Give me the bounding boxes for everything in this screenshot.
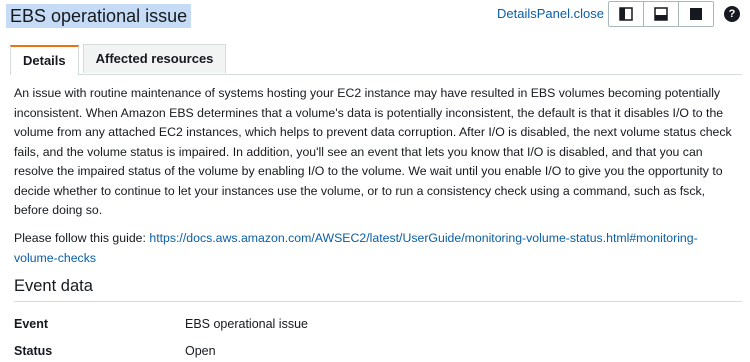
event-data-heading: Event data bbox=[14, 277, 93, 295]
tab-bar: Details Affected resources bbox=[10, 44, 742, 75]
close-panel-link[interactable]: DetailsPanel.close bbox=[497, 6, 604, 22]
section-divider bbox=[14, 301, 742, 302]
layout-full-button[interactable] bbox=[679, 2, 713, 26]
guide-prefix: Please follow this guide: bbox=[14, 231, 150, 245]
layout-side-icon bbox=[619, 7, 633, 21]
layout-toggle-group bbox=[608, 1, 714, 27]
status-value: Open bbox=[185, 344, 216, 358]
guide-paragraph: Please follow this guide: https://docs.a… bbox=[14, 229, 740, 268]
tab-affected-resources[interactable]: Affected resources bbox=[82, 44, 227, 73]
status-key: Status bbox=[14, 344, 53, 358]
layout-bottom-icon bbox=[654, 7, 668, 21]
panel-header: EBS operational issue DetailsPanel.close… bbox=[0, 0, 750, 30]
page-title: EBS operational issue bbox=[6, 4, 192, 28]
help-icon[interactable]: ? bbox=[724, 6, 740, 22]
event-key: Event bbox=[14, 317, 49, 331]
event-description: An issue with routine maintenance of sys… bbox=[14, 86, 732, 217]
layout-full-icon bbox=[690, 8, 702, 20]
layout-bottom-button[interactable] bbox=[644, 2, 679, 26]
event-value: EBS operational issue bbox=[185, 317, 308, 331]
layout-side-button[interactable] bbox=[609, 2, 644, 26]
tab-details[interactable]: Details bbox=[10, 45, 79, 75]
